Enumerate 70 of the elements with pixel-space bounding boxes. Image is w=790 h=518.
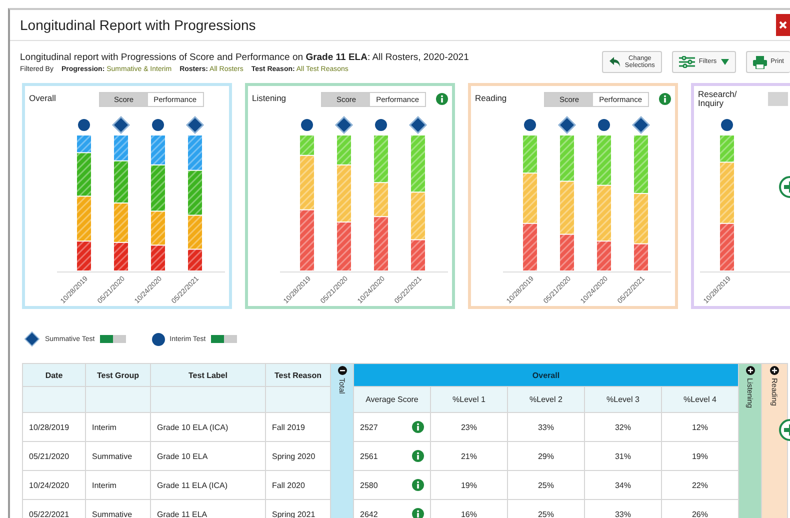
window-title: Longitudinal Report with Progressions [20,17,256,33]
table-cell: 2561 [360,452,378,460]
table-cell: Grade 11 ELA (ICA) [150,470,266,500]
plus-circle-icon[interactable] [770,366,779,375]
table-cell: Interim [86,412,150,442]
interim-marker-icon [524,119,536,131]
table-cell: 05/22/2021 [22,500,86,518]
caret-icon [720,59,729,65]
table-cell: 25% [508,470,584,500]
close-icon [779,21,787,29]
table-cell: Summative [86,442,150,470]
table-cell: 05/21/2020 [22,442,86,470]
table-cell: 32% [584,412,662,442]
table-cell: Grade 10 ELA [150,442,266,470]
column-header: Test Reason [266,364,330,386]
table-cell: 33% [508,412,584,442]
table-cell: 2580 [360,480,378,490]
table-cell: 23% [430,412,508,442]
toggle-stub[interactable] [768,92,788,106]
info-icon[interactable] [659,93,671,105]
interim-marker-icon [721,119,733,131]
info-icon[interactable] [412,508,424,518]
panel-title: Overall [29,94,57,104]
panel-title: Reading [475,94,508,104]
group-header: Overall [354,364,738,386]
column-header: Test Group [86,364,150,386]
plus-circle-icon[interactable] [746,366,754,375]
table-cell: 19% [430,470,508,500]
column-header: Test Label [150,364,266,386]
column-header: %Level 1 [430,386,508,412]
minus-circle-icon[interactable] [338,366,346,375]
info-icon[interactable] [412,421,424,433]
printer-icon [752,56,767,68]
interim-marker-icon [301,119,313,131]
table-cell: 2527 [360,422,378,432]
diamond-icon [24,331,40,347]
column-header: Average Score [354,386,430,412]
interim-marker-icon [78,119,90,131]
circle-icon [152,332,165,346]
column-header: %Level 2 [508,386,584,412]
summative-marker-icon [334,116,354,134]
info-icon[interactable] [412,479,424,491]
back-arrow-icon [608,56,621,68]
table-cell: Grade 10 ELA (ICA) [150,412,266,442]
info-icon[interactable] [436,93,448,105]
column-header: Date [22,364,86,386]
close-button[interactable] [776,14,790,36]
table-cell: 10/24/2020 [22,470,86,500]
table-cell: 10/28/2019 [22,412,86,442]
summative-marker-icon [186,116,204,134]
sliders-icon [678,56,695,68]
report-description: Longitudinal report with Progressions of Score and Performance on Grade 11 ELA: All Rosters, 2020-2021 [20,52,469,62]
summative-marker-icon [558,116,576,134]
info-icon[interactable] [412,450,424,462]
column-header: %Level 3 [584,386,662,412]
column-header: %Level 4 [662,386,738,412]
summative-marker-icon [632,116,650,134]
table-cell: Interim [86,470,150,500]
table-cell: 31% [584,442,662,470]
summative-marker-icon [408,116,428,134]
interim-marker-icon [152,119,164,131]
table-cell: 29% [508,442,584,470]
table-cell: 21% [430,442,508,470]
interim-marker-icon [375,119,387,131]
summative-marker-icon [112,116,130,134]
table-cell: 34% [584,470,662,500]
table-cell: 2642 [360,510,378,518]
panel-title: Listening [252,94,288,104]
panel-title: Research/ Inquiry [698,90,738,108]
interim-marker-icon [598,119,610,131]
